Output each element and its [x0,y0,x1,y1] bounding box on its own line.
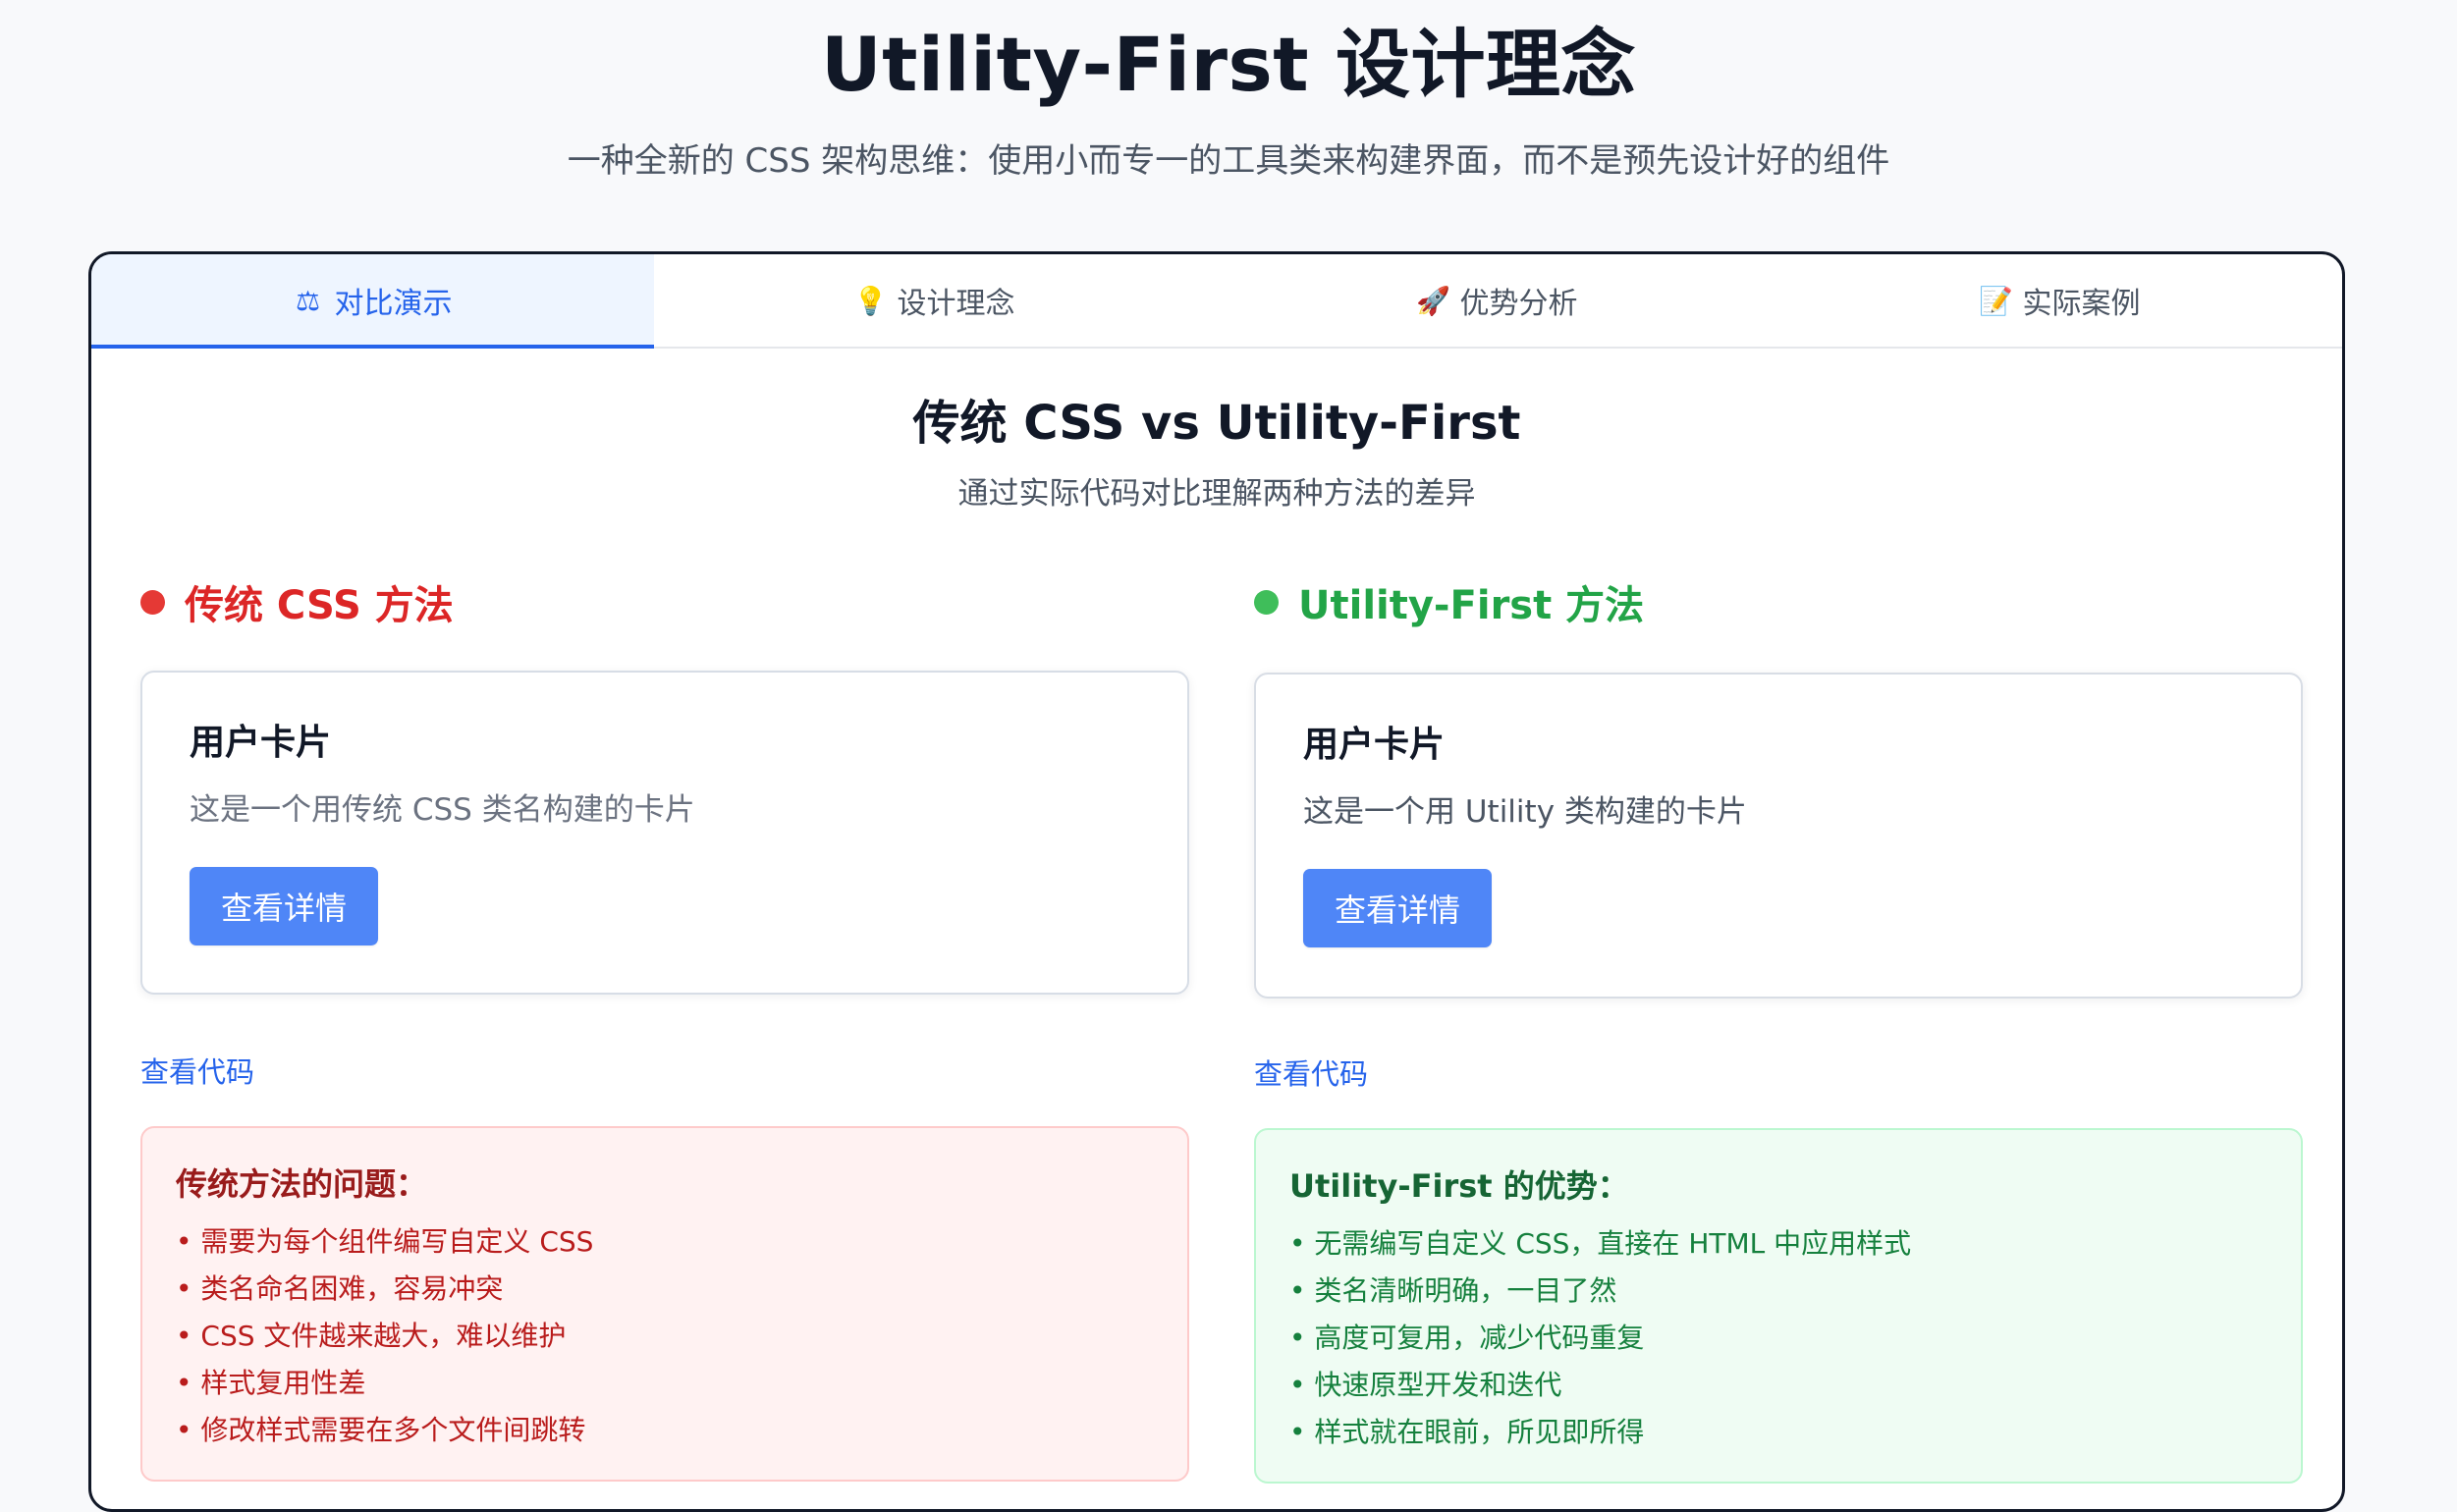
list-item: • 需要为每个组件编写自定义 CSS [176,1225,594,1258]
comparison-title: 传统 CSS vs Utility-First [912,396,1521,451]
card-description: 这是一个用传统 CSS 类名构建的卡片 [190,792,695,828]
list-item: • 类名命名困难，容易冲突 [176,1272,504,1305]
tab-design-philosophy[interactable]: 💡 设计理念 [654,254,1217,347]
list-item: • CSS 文件越来越大，难以维护 [176,1320,567,1352]
card-description: 这是一个用 Utility 类构建的卡片 [1303,794,1747,830]
utility-user-card: 用户卡片 这是一个用 Utility 类构建的卡片 查看详情 [1254,673,2303,999]
traditional-css-column: 传统 CSS 方法 用户卡片 这是一个用传统 CSS 类名构建的卡片 查看详情 … [140,567,1189,1482]
advantages-title: Utility-First 的优势： [1289,1167,1629,1205]
green-dot-icon [1254,589,1279,615]
advantages-list: • 无需编写自定义 CSS，直接在 HTML 中应用样式 • 类名清晰明确，一目… [1289,1220,2267,1456]
card-title: 用户卡片 [1303,725,1446,765]
list-item: • 类名清晰明确，一目了然 [1289,1274,1617,1307]
page-subtitle: 一种全新的 CSS 架构思维：使用小而专一的工具类来构建界面，而不是预先设计好的… [567,141,1890,181]
list-item: • 无需编写自定义 CSS，直接在 HTML 中应用样式 [1289,1227,1912,1260]
view-details-button[interactable]: 查看详情 [190,867,378,945]
main-panel: ⚖ 对比演示 💡 设计理念 🚀 优势分析 📝 实际案例 传统 CSS vs Ut… [88,251,2345,1512]
utility-first-column: Utility-First 方法 用户卡片 这是一个用 Utility 类构建的… [1254,567,2303,1484]
rocket-icon: 🚀 [1416,284,1450,317]
balance-scale-icon: ⚖ [295,284,321,317]
traditional-user-card: 用户卡片 这是一个用传统 CSS 类名构建的卡片 查看详情 [140,671,1189,995]
list-item: • 高度可复用，减少代码重复 [1289,1322,1645,1354]
tab-label: 优势分析 [1459,287,1578,321]
problems-title: 传统方法的问题： [176,1165,428,1203]
list-item: • 快速原型开发和迭代 [1289,1369,1562,1401]
traditional-problems-box: 传统方法的问题： • 需要为每个组件编写自定义 CSS • 类名命名困难，容易冲… [140,1126,1189,1482]
utility-first-heading: Utility-First 方法 [1254,567,2303,637]
traditional-css-heading-text: 传统 CSS 方法 [185,583,454,628]
red-dot-icon [140,589,165,615]
tab-label: 设计理念 [897,287,1015,321]
lightbulb-icon: 💡 [853,284,888,317]
tab-real-cases[interactable]: 📝 实际案例 [1779,254,2342,347]
view-code-link[interactable]: 查看代码 [1254,1053,1368,1095]
tab-bar: ⚖ 对比演示 💡 设计理念 🚀 优势分析 📝 实际案例 [91,254,2342,349]
tab-advantage-analysis[interactable]: 🚀 优势分析 [1217,254,1779,347]
traditional-css-heading: 传统 CSS 方法 [140,567,1189,637]
view-code-link[interactable]: 查看代码 [140,1052,254,1093]
card-title: 用户卡片 [190,723,332,763]
tab-label: 对比演示 [334,287,453,321]
list-item: • 修改样式需要在多个文件间跳转 [176,1414,586,1446]
tab-comparison-demo[interactable]: ⚖ 对比演示 [91,254,654,349]
memo-icon: 📝 [1979,284,2013,317]
problems-list: • 需要为每个组件编写自定义 CSS • 类名命名困难，容易冲突 • CSS 文… [176,1218,1154,1454]
list-item: • 样式复用性差 [176,1367,366,1399]
view-details-button[interactable]: 查看详情 [1303,869,1492,947]
tab-label: 实际案例 [2022,287,2141,321]
page-title: Utility-First 设计理念 [820,21,1637,108]
list-item: • 样式就在眼前，所见即所得 [1289,1416,1645,1448]
utility-first-heading-text: Utility-First 方法 [1298,583,1645,628]
comparison-subtitle: 通过实际代码对比理解两种方法的差异 [957,476,1476,512]
utility-advantages-box: Utility-First 的优势： • 无需编写自定义 CSS，直接在 HTM… [1254,1128,2303,1484]
